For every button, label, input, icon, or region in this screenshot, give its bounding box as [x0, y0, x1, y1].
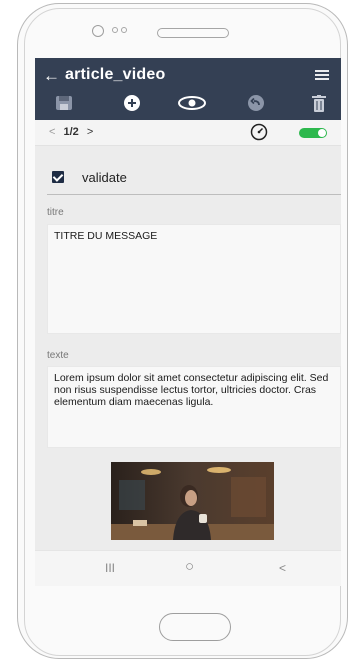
page-indicator: 1/2 [63, 126, 79, 138]
texte-label: texte [47, 350, 69, 361]
record-navigation: < 1/2 > [35, 120, 341, 146]
sensor-dots [112, 27, 127, 33]
titre-label: titre [47, 207, 64, 218]
titre-field[interactable]: TITRE DU MESSAGE [47, 224, 341, 334]
top-app-bar: ← article_video [35, 58, 341, 120]
divider [47, 194, 341, 195]
back-arrow-icon[interactable]: ← [43, 66, 60, 86]
video-thumbnail[interactable] [111, 462, 274, 540]
validate-checkbox[interactable] [52, 171, 64, 183]
add-icon[interactable] [121, 92, 143, 114]
eye-icon[interactable] [177, 92, 207, 114]
next-page-button[interactable]: > [87, 126, 93, 138]
home-nav-button[interactable]: ○ [185, 558, 194, 575]
phone-speaker [157, 28, 229, 38]
front-camera [92, 25, 104, 37]
recent-apps-button[interactable]: III [105, 561, 115, 575]
validate-label: validate [82, 170, 127, 185]
active-toggle[interactable] [299, 128, 327, 138]
app-screen: ← article_video < 1/2 > validate titre T… [35, 58, 341, 586]
speedometer-icon[interactable] [250, 123, 268, 141]
prev-page-button[interactable]: < [49, 126, 55, 138]
texte-field[interactable]: Lorem ipsum dolor sit amet consectetur a… [47, 366, 341, 448]
undo-icon[interactable] [245, 92, 267, 114]
back-nav-button[interactable]: < [279, 561, 286, 575]
delete-icon[interactable] [308, 92, 330, 114]
action-toolbar [35, 92, 341, 116]
save-icon[interactable] [53, 92, 75, 114]
android-nav-bar: III ○ < [35, 550, 341, 586]
validate-row: validate [35, 158, 341, 194]
pager: < 1/2 > [49, 126, 93, 138]
menu-icon[interactable] [315, 70, 329, 82]
page-title: article_video [65, 66, 166, 83]
phone-home-button[interactable] [159, 613, 231, 641]
